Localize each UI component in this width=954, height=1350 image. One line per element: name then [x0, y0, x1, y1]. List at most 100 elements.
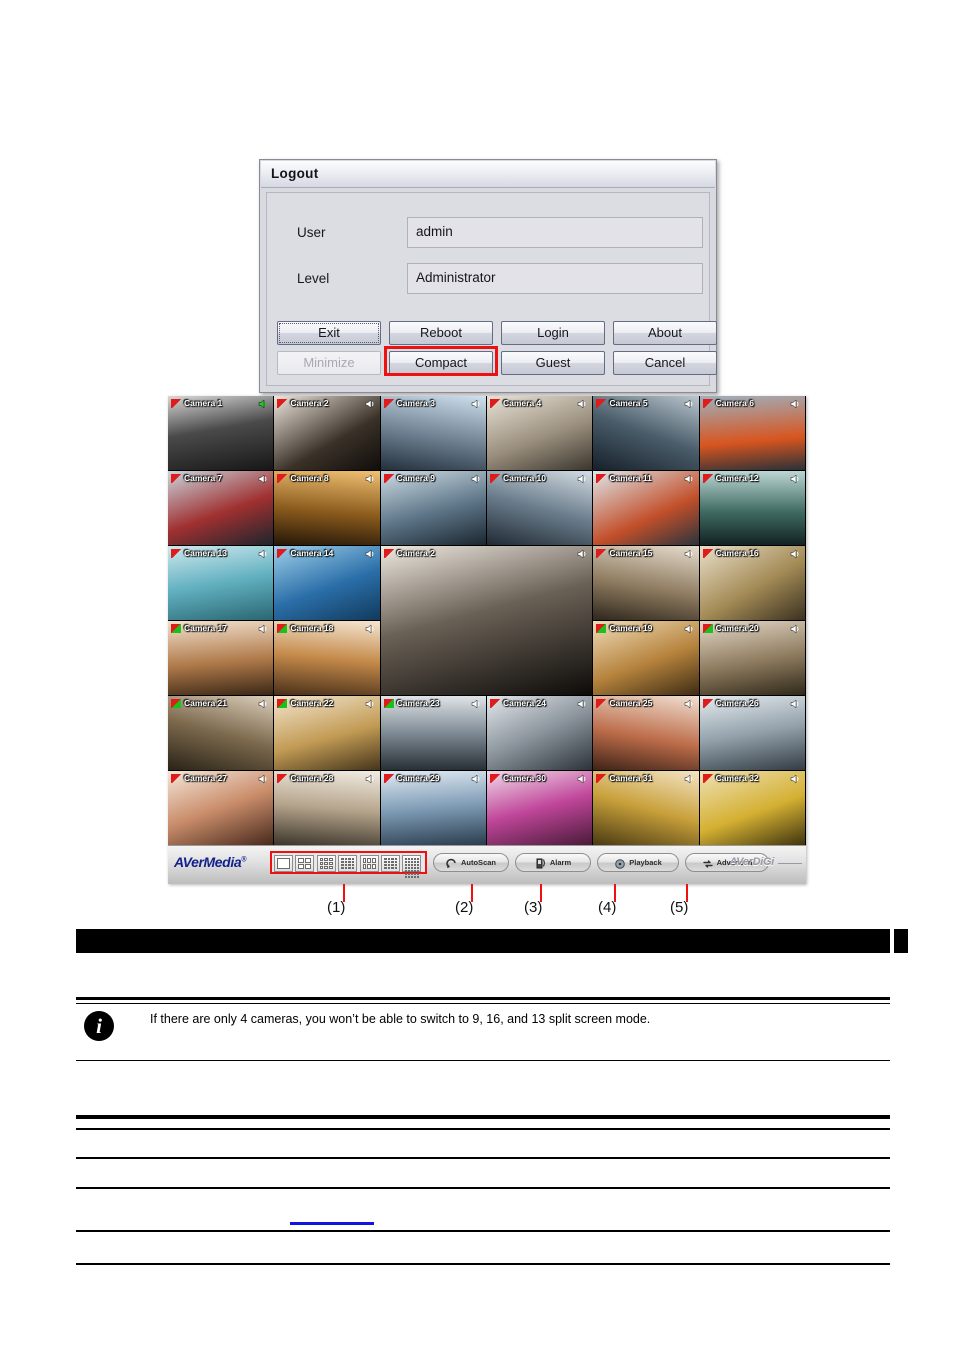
camera-tile[interactable]: Camera 2: [274, 396, 380, 470]
speaker-icon[interactable]: [365, 549, 376, 559]
camera-tile[interactable]: Camera 2: [380, 546, 593, 695]
camera-tile[interactable]: Camera 14: [274, 546, 380, 620]
split-button-split-6[interactable]: [359, 855, 379, 872]
note-rule-bottom: [76, 1060, 890, 1061]
table-rule-6: [76, 1263, 890, 1265]
speaker-icon[interactable]: [684, 699, 695, 709]
speaker-icon[interactable]: [790, 699, 801, 709]
speaker-icon[interactable]: [471, 399, 482, 409]
playback-icon: [614, 857, 626, 869]
speaker-icon[interactable]: [790, 474, 801, 484]
speaker-icon[interactable]: [258, 774, 269, 784]
speaker-icon[interactable]: [790, 624, 801, 634]
exit-button[interactable]: Exit: [277, 321, 381, 345]
split-button-split-9[interactable]: [316, 855, 336, 872]
speaker-icon[interactable]: [258, 474, 269, 484]
speaker-icon[interactable]: [365, 474, 376, 484]
camera-tile[interactable]: Camera 8: [274, 471, 380, 545]
speaker-icon[interactable]: [577, 774, 588, 784]
speaker-icon[interactable]: [365, 624, 376, 634]
speaker-icon[interactable]: [684, 399, 695, 409]
login-button[interactable]: Login: [501, 321, 605, 345]
note-rule-top: [76, 997, 890, 1000]
speaker-icon[interactable]: [365, 699, 376, 709]
camera-tile[interactable]: Camera 12: [699, 471, 805, 545]
camera-tile[interactable]: Camera 9: [380, 471, 486, 545]
alarm-button[interactable]: Alarm: [515, 853, 591, 872]
cancel-button[interactable]: Cancel: [613, 351, 717, 375]
split-button-split-16[interactable]: [338, 855, 358, 872]
camera-tile[interactable]: Camera 24: [487, 696, 593, 770]
camera-tile[interactable]: Camera 23: [380, 696, 486, 770]
speaker-icon[interactable]: [577, 549, 588, 559]
hyperlink-underline[interactable]: [290, 1222, 374, 1225]
speaker-icon[interactable]: [471, 699, 482, 709]
camera-tile[interactable]: Camera 3: [380, 396, 486, 470]
camera-tile[interactable]: Camera 16: [699, 546, 805, 620]
speaker-icon[interactable]: [471, 474, 482, 484]
table-rule-3: [76, 1157, 890, 1159]
speaker-icon[interactable]: [258, 624, 269, 634]
speaker-icon[interactable]: [684, 624, 695, 634]
split-preview-cell: [411, 867, 414, 869]
split-button-split-1[interactable]: [274, 855, 293, 872]
speaker-icon[interactable]: [258, 699, 269, 709]
speaker-icon[interactable]: [790, 774, 801, 784]
split-layout-preview: [341, 858, 355, 869]
camera-tile[interactable]: Camera 29: [380, 771, 486, 845]
user-field[interactable]: admin: [407, 217, 703, 248]
split-preview-cell: [394, 861, 397, 863]
split-button-split-13[interactable]: [381, 855, 400, 872]
speaker-icon[interactable]: [365, 399, 376, 409]
camera-tile[interactable]: Camera 22: [274, 696, 380, 770]
camera-tile[interactable]: Camera 21: [168, 696, 274, 770]
speaker-icon[interactable]: [684, 474, 695, 484]
camera-tile[interactable]: Camera 26: [699, 696, 805, 770]
camera-video-feed: [380, 546, 593, 695]
camera-tile[interactable]: Camera 30: [487, 771, 593, 845]
split-preview-cell: [387, 864, 390, 866]
camera-tile[interactable]: Camera 32: [699, 771, 805, 845]
split-preview-cell: [341, 867, 344, 869]
speaker-icon[interactable]: [365, 774, 376, 784]
split-preview-cell: [411, 864, 414, 866]
guest-button[interactable]: Guest: [501, 351, 605, 375]
speaker-icon[interactable]: [577, 699, 588, 709]
camera-tile[interactable]: Camera 6: [699, 396, 805, 470]
speaker-icon[interactable]: [684, 774, 695, 784]
camera-tile[interactable]: Camera 28: [274, 771, 380, 845]
about-button[interactable]: About: [613, 321, 717, 345]
camera-tile[interactable]: Camera 31: [593, 771, 699, 845]
split-preview-cell: [417, 876, 420, 878]
speaker-icon[interactable]: [790, 399, 801, 409]
speaker-icon[interactable]: [790, 549, 801, 559]
camera-tile[interactable]: Camera 4: [487, 396, 593, 470]
camera-tile[interactable]: Camera 10: [487, 471, 593, 545]
camera-tile[interactable]: Camera 1: [168, 396, 274, 470]
camera-tile[interactable]: Camera 17: [168, 621, 274, 695]
speaker-icon[interactable]: [258, 549, 269, 559]
camera-tile[interactable]: Camera 25: [593, 696, 699, 770]
speaker-icon[interactable]: [577, 474, 588, 484]
camera-tile[interactable]: Camera 19: [593, 621, 699, 695]
camera-tile[interactable]: Camera 27: [168, 771, 274, 845]
camera-tile[interactable]: Camera 13: [168, 546, 274, 620]
camera-tile[interactable]: Camera 18: [274, 621, 380, 695]
reboot-button[interactable]: Reboot: [389, 321, 493, 345]
camera-tile[interactable]: Camera 5: [593, 396, 699, 470]
speaker-icon[interactable]: [258, 399, 269, 409]
autoscan-button[interactable]: AutoScan: [433, 853, 509, 872]
split-button-split-32[interactable]: [402, 855, 422, 878]
camera-tile[interactable]: Camera 15: [593, 546, 699, 620]
level-field[interactable]: Administrator: [407, 263, 703, 294]
split-preview-cell: [305, 858, 312, 863]
playback-button[interactable]: Playback: [597, 853, 679, 872]
split-button-split-4[interactable]: [295, 855, 315, 872]
camera-tile[interactable]: Camera 11: [593, 471, 699, 545]
table-rule-1: [76, 1115, 890, 1119]
speaker-icon[interactable]: [471, 774, 482, 784]
speaker-icon[interactable]: [684, 549, 695, 559]
camera-tile[interactable]: Camera 7: [168, 471, 274, 545]
camera-tile[interactable]: Camera 20: [699, 621, 805, 695]
speaker-icon[interactable]: [577, 399, 588, 409]
